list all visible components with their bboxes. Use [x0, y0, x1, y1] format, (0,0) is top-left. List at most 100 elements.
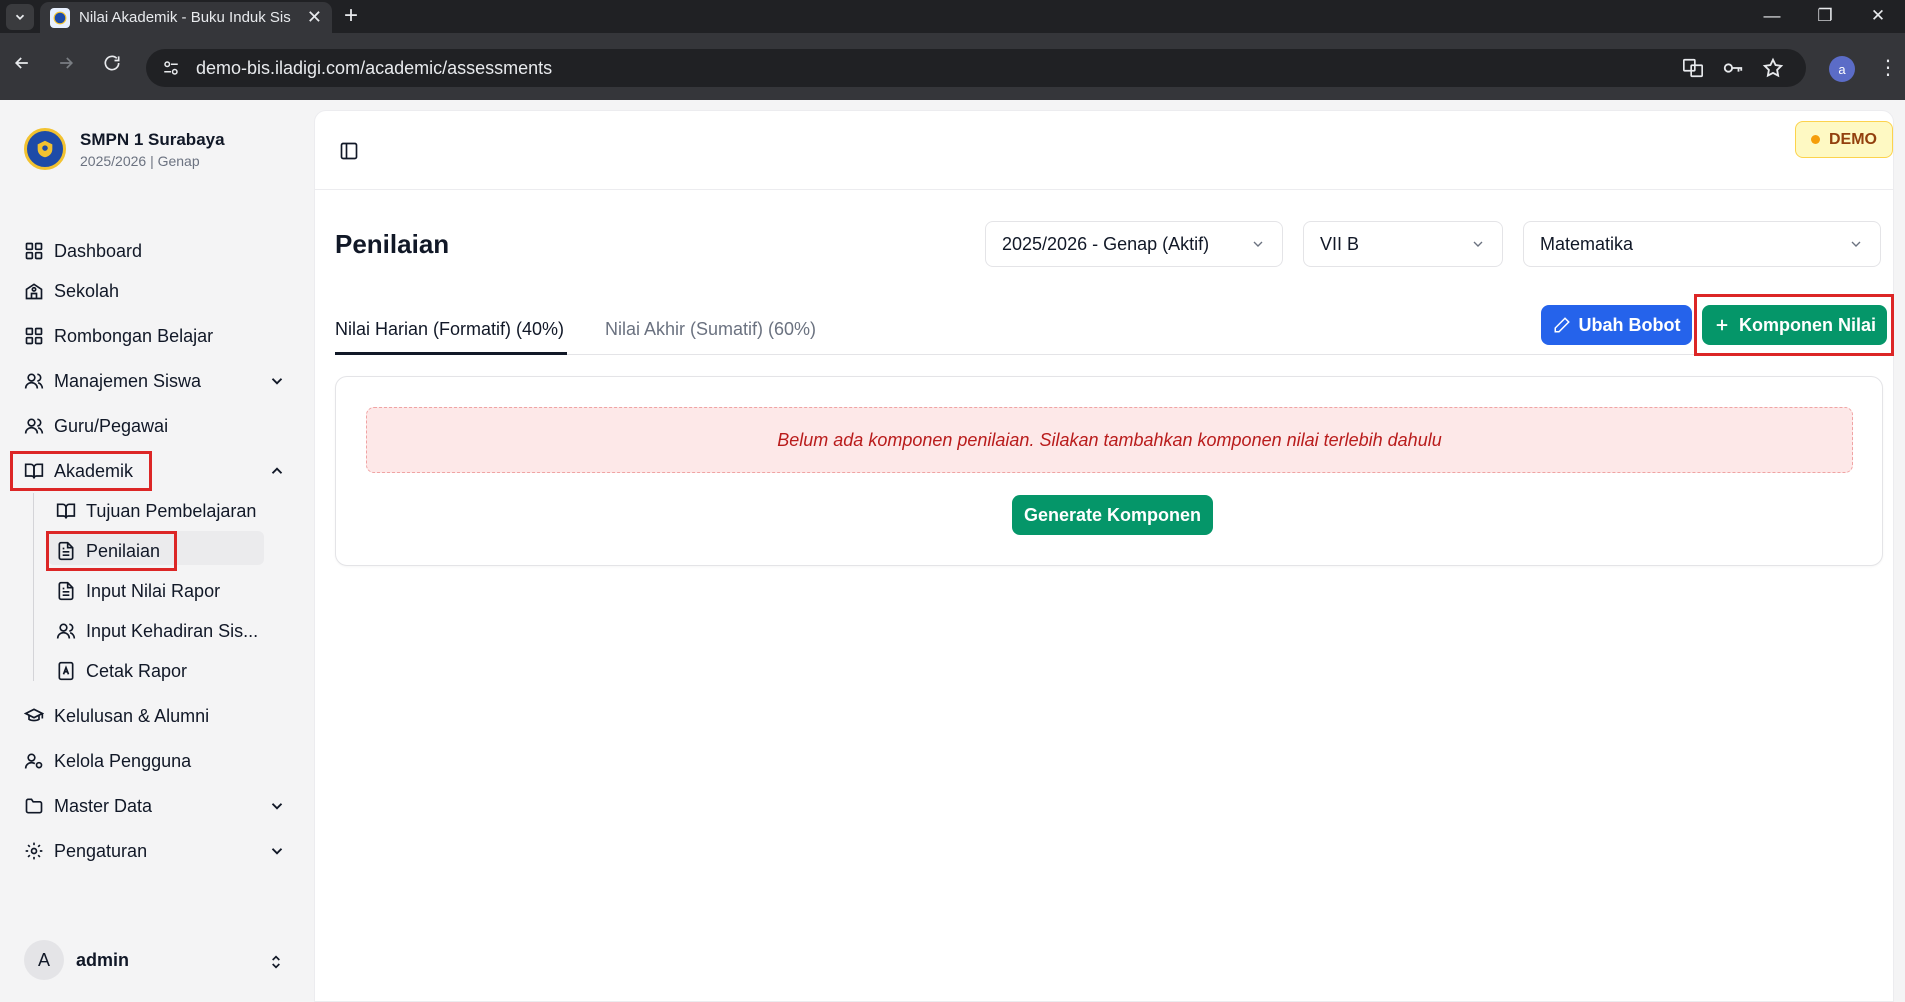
- users-icon: [24, 418, 44, 434]
- chevron-down-icon: [1851, 241, 1861, 247]
- sidebar-item-master-data[interactable]: Master Data: [24, 791, 152, 821]
- sidebar-item-kelulusan-alumni[interactable]: Kelulusan & Alumni: [24, 701, 209, 731]
- subject-select[interactable]: Matematika: [1523, 221, 1881, 267]
- profile-avatar[interactable]: a: [1829, 56, 1855, 82]
- chevron-down-icon: [15, 14, 25, 20]
- sidebar-item-sekolah[interactable]: Sekolah: [24, 276, 119, 306]
- top-header: DEMO: [315, 111, 1893, 190]
- browser-tab[interactable]: Nilai Akademik - Buku Induk Sis ✕: [40, 2, 332, 33]
- term-select-value: 2025/2026 - Genap (Aktif): [1002, 233, 1210, 254]
- sidebar-subitem-label: Tujuan Pembelajaran: [86, 500, 257, 521]
- report-icon: [58, 661, 74, 681]
- submenu-guide-line: [33, 493, 34, 681]
- pencil-icon: [1554, 317, 1570, 333]
- sidebar-item-label: Guru/Pegawai: [54, 415, 169, 436]
- tab-nilai-harian[interactable]: Nilai Harian (Formatif) (40%): [335, 307, 564, 351]
- sidebar-item-pengaturan[interactable]: Pengaturan: [24, 836, 147, 866]
- user-cog-icon: [24, 753, 43, 769]
- page-title: Penilaian: [335, 229, 450, 259]
- tab-nilai-akhir[interactable]: Nilai Akhir (Sumatif) (60%): [605, 307, 816, 351]
- sidebar: SMPN 1 Surabaya 2025/2026 | Genap Dashbo…: [0, 100, 314, 1002]
- tab-search-button[interactable]: [6, 4, 34, 30]
- sidebar-subitem-label: Input Kehadiran Sis...: [86, 620, 259, 641]
- grid-icon: [25, 242, 43, 260]
- subject-select-value: Matematika: [1540, 233, 1634, 254]
- sidebar-toggle-icon[interactable]: [339, 141, 359, 161]
- users-icon: [56, 623, 76, 639]
- user-menu[interactable]: A admin: [24, 940, 129, 980]
- ubah-bobot-label: Ubah Bobot: [1578, 314, 1681, 335]
- sidebar-item-manajemen-siswa[interactable]: Manajemen Siswa: [24, 366, 201, 396]
- chevrons-up-down-icon[interactable]: [268, 952, 284, 972]
- more-vert-icon[interactable]: ⋮: [1878, 55, 1898, 80]
- tab-title: Nilai Akademik - Buku Induk Sis: [79, 9, 291, 26]
- demo-badge: DEMO: [1795, 121, 1893, 158]
- back-icon[interactable]: [8, 53, 36, 79]
- avatar: A: [24, 940, 64, 980]
- close-icon[interactable]: ✕: [307, 7, 322, 28]
- sidebar-subitem-input-nilai-rapor[interactable]: Input Nilai Rapor: [56, 576, 220, 606]
- window-close-icon[interactable]: ✕: [1858, 2, 1898, 30]
- book-open-icon: [56, 503, 76, 519]
- sidebar-subitem-label: Input Nilai Rapor: [86, 580, 221, 601]
- generate-komponen-button[interactable]: Generate Komponen: [1012, 495, 1213, 535]
- highlight-akademik: [10, 451, 152, 491]
- sidebar-item-label: Dashboard: [54, 240, 143, 261]
- sidebar-item-rombongan-belajar[interactable]: Rombongan Belajar: [24, 321, 213, 351]
- sidebar-item-label: Rombongan Belajar: [54, 325, 214, 346]
- school-term: 2025/2026 | Genap: [80, 152, 200, 169]
- sidebar-item-label: Pengaturan: [54, 840, 148, 861]
- school-logo-icon: [50, 7, 70, 28]
- school-logo-icon: [24, 128, 66, 170]
- key-icon[interactable]: [1722, 49, 1744, 87]
- main-content: DEMO Penilaian 2025/2026 - Genap (Aktif)…: [314, 110, 1894, 1002]
- gear-icon: [25, 842, 43, 860]
- address-bar[interactable]: demo-bis.iladigi.com/academic/assessment…: [146, 49, 1806, 87]
- demo-badge-label: DEMO: [1829, 130, 1877, 148]
- users-icon: [24, 373, 44, 389]
- chevron-down-icon: [1253, 241, 1263, 247]
- site-settings-icon[interactable]: [160, 57, 182, 79]
- minimize-icon[interactable]: —: [1752, 2, 1792, 30]
- forward-icon[interactable]: [52, 53, 80, 79]
- sidebar-item-dashboard[interactable]: Dashboard: [24, 236, 142, 266]
- folder-icon: [25, 798, 43, 814]
- ubah-bobot-button[interactable]: Ubah Bobot: [1541, 305, 1692, 345]
- school-header[interactable]: SMPN 1 Surabaya 2025/2026 | Genap: [24, 128, 225, 170]
- browser-toolbar: demo-bis.iladigi.com/academic/assessment…: [0, 33, 1905, 100]
- chevron-down-icon[interactable]: [268, 372, 286, 390]
- chevron-down-icon[interactable]: [268, 842, 286, 860]
- browser-tab-bar: Nilai Akademik - Buku Induk Sis ✕ + — ❐ …: [0, 0, 1905, 33]
- chevron-down-icon: [1473, 241, 1483, 247]
- reload-icon[interactable]: [98, 53, 126, 79]
- highlight-komponen-nilai: [1694, 294, 1894, 356]
- sidebar-item-label: Sekolah: [54, 280, 120, 301]
- highlight-penilaian: [46, 531, 177, 571]
- term-select[interactable]: 2025/2026 - Genap (Aktif): [985, 221, 1283, 267]
- sidebar-item-label: Manajemen Siswa: [54, 370, 202, 391]
- class-select-value: VII B: [1320, 233, 1360, 254]
- sidebar-item-label: Master Data: [54, 795, 153, 816]
- sidebar-item-guru-pegawai[interactable]: Guru/Pegawai: [24, 411, 168, 441]
- restore-icon[interactable]: ❐: [1805, 2, 1845, 30]
- class-select[interactable]: VII B: [1303, 221, 1503, 267]
- grid-icon: [25, 327, 43, 345]
- translate-icon[interactable]: [1682, 49, 1704, 87]
- sidebar-subitem-cetak-rapor[interactable]: Cetak Rapor: [56, 656, 187, 686]
- chevron-up-icon[interactable]: [268, 462, 286, 480]
- bookmark-star-icon[interactable]: [1762, 49, 1784, 87]
- url-text: demo-bis.iladigi.com/academic/assessment…: [196, 57, 553, 78]
- user-name: admin: [76, 949, 130, 970]
- chevron-down-icon[interactable]: [268, 797, 286, 815]
- new-tab-button[interactable]: +: [344, 2, 358, 30]
- sidebar-subitem-label: Cetak Rapor: [86, 660, 188, 681]
- school-name: SMPN 1 Surabaya: [80, 129, 225, 149]
- file-text-icon: [58, 581, 74, 601]
- sidebar-subitem-tujuan-pembelajaran[interactable]: Tujuan Pembelajaran: [56, 496, 256, 526]
- sidebar-item-label: Kelola Pengguna: [54, 750, 192, 771]
- sidebar-item-kelola-pengguna[interactable]: Kelola Pengguna: [24, 746, 191, 776]
- empty-state-message: Belum ada komponen penilaian. Silakan ta…: [366, 407, 1853, 473]
- assessment-card: Belum ada komponen penilaian. Silakan ta…: [335, 376, 1883, 566]
- active-tab-indicator: [335, 352, 567, 355]
- sidebar-subitem-input-kehadiran[interactable]: Input Kehadiran Sis...: [56, 616, 258, 646]
